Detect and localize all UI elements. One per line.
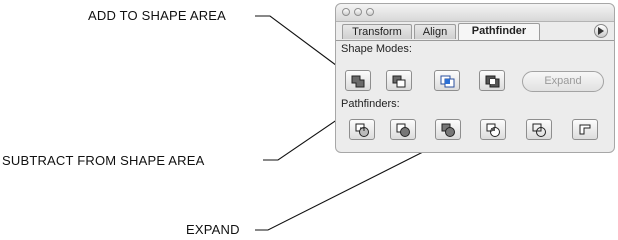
intersect-shape-areas-button[interactable] (434, 70, 460, 91)
tab-pathfinder[interactable]: Pathfinder (458, 23, 540, 40)
tab-transform[interactable]: Transform (342, 24, 412, 39)
outline-icon (532, 123, 546, 137)
palette-tab-row: Transform Align Pathfinder (336, 22, 614, 41)
exclude-overlapping-areas-button[interactable] (479, 70, 505, 91)
palette-title-bar[interactable] (336, 4, 614, 22)
crop-icon (486, 123, 500, 137)
crop-button[interactable] (480, 119, 506, 140)
close-window-icon[interactable] (342, 8, 350, 16)
exclude-overlapping-areas-icon (485, 75, 500, 88)
callout-subtract-from-shape-area: SUBTRACT FROM SHAPE AREA (2, 153, 205, 168)
callout-expand: EXPAND (186, 222, 240, 237)
minus-back-icon (579, 124, 591, 135)
callout-add-to-shape-area: ADD TO SHAPE AREA (88, 8, 227, 23)
add-to-shape-area-icon (351, 75, 365, 88)
merge-button[interactable] (435, 119, 461, 140)
minus-back-button[interactable] (572, 119, 598, 140)
tab-align[interactable]: Align (414, 24, 456, 39)
palette-menu-button[interactable] (594, 24, 608, 38)
intersect-shape-areas-icon (440, 75, 455, 88)
outline-button[interactable] (526, 119, 552, 140)
add-to-shape-area-button[interactable] (345, 70, 371, 91)
minimize-window-icon[interactable] (354, 8, 362, 16)
trim-icon (396, 123, 410, 137)
divide-icon (355, 123, 369, 137)
expand-button[interactable]: Expand (522, 71, 604, 92)
shape-modes-label: Shape Modes: (341, 43, 412, 55)
subtract-from-shape-area-button[interactable] (386, 70, 412, 91)
divide-button[interactable] (349, 119, 375, 140)
pathfinder-palette: Transform Align Pathfinder Shape Modes: … (335, 3, 615, 153)
subtract-from-shape-area-icon (392, 75, 406, 88)
trim-button[interactable] (390, 119, 416, 140)
zoom-window-icon[interactable] (366, 8, 374, 16)
triangle-right-icon (598, 27, 604, 35)
merge-icon (441, 123, 455, 137)
pathfinders-label: Pathfinders: (341, 98, 400, 110)
